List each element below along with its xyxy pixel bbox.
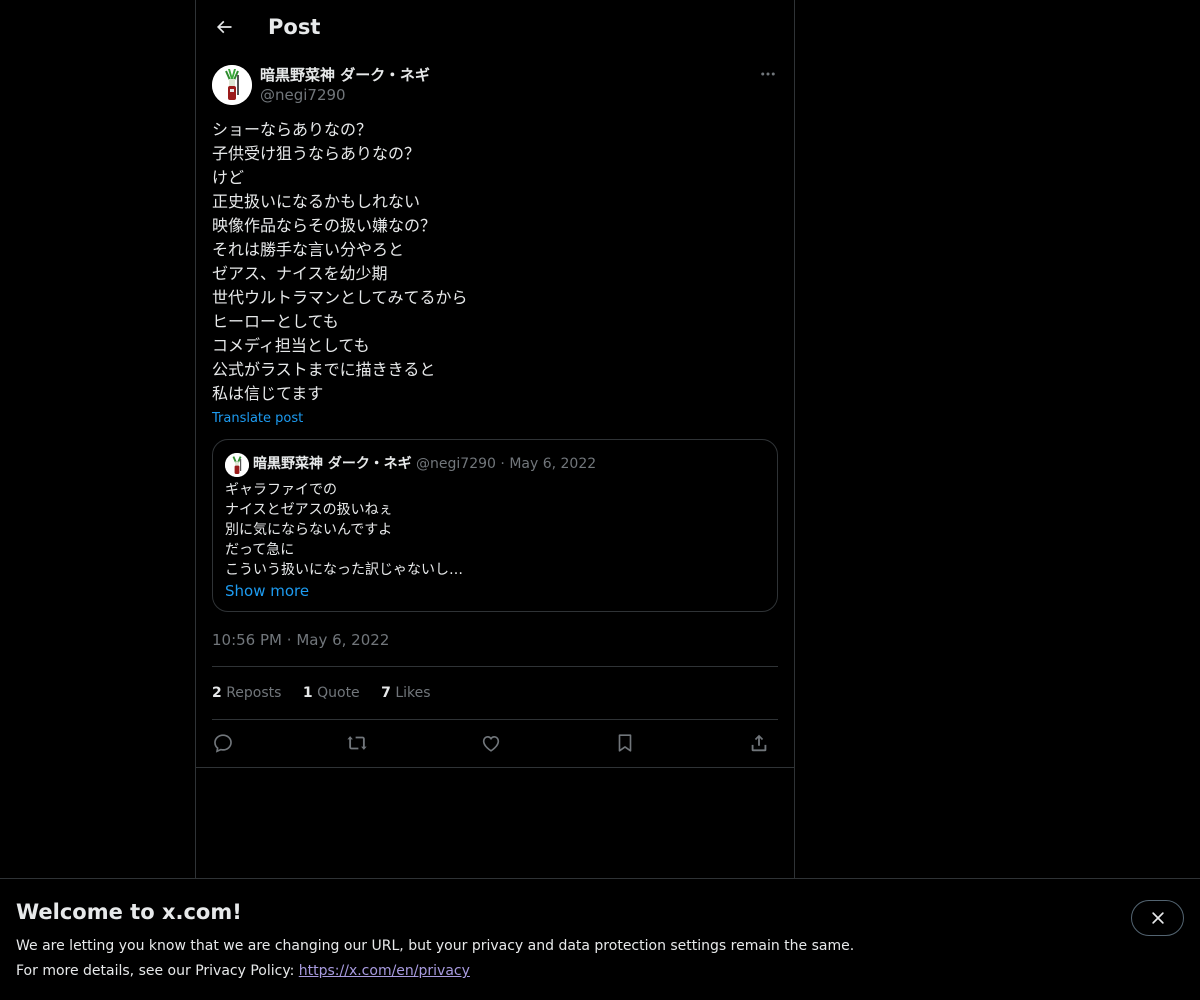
quote-line: だって急に xyxy=(225,542,295,558)
more-button[interactable] xyxy=(758,64,778,84)
quotes-label: Quote xyxy=(317,685,360,701)
post-line: コメディ担当としても xyxy=(212,336,370,355)
reposts-label: Reposts xyxy=(226,685,282,701)
engagement-stats: 2 Reposts 1 Quote 7 Likes xyxy=(212,683,448,703)
post-text: ショーならありなの？ 子供受け狙うならありなの？ けど 正史扱いになるかもしれな… xyxy=(212,118,778,406)
page-title: Post xyxy=(268,15,321,39)
quote-line: こういう扱いになった訳じゃないし… xyxy=(225,562,463,578)
post-line: 正史扱いになるかもしれない xyxy=(212,192,421,211)
post-date: May 6, 2022 xyxy=(296,631,390,649)
quote-line: 別に気にならないんですよ xyxy=(225,522,393,538)
quote-author-name: 暗黒野菜神 ダーク・ネギ xyxy=(253,456,412,472)
quote-author-handle: @negi7290 xyxy=(416,456,496,472)
banner-title: Welcome to x.com! xyxy=(16,900,242,924)
more-horizontal-icon xyxy=(761,72,775,76)
quote-line: ナイスとゼアスの扱いねぇ xyxy=(225,502,393,518)
likes-stat[interactable]: 7 Likes xyxy=(381,683,430,703)
likes-label: Likes xyxy=(395,685,431,701)
bookmark-icon xyxy=(618,734,632,752)
quoted-post[interactable]: 暗黒野菜神 ダーク・ネギ @negi7290 · May 6, 2022 ギャラ… xyxy=(212,439,778,612)
post-header: Post xyxy=(196,0,794,54)
leek-avatar-image xyxy=(225,453,249,477)
banner-privacy-line: For more details, see our Privacy Policy… xyxy=(16,961,470,981)
leek-avatar-image xyxy=(212,65,252,105)
repost-icon xyxy=(347,736,367,750)
post-line: ヒーローとしても xyxy=(212,312,339,331)
quote-text: ギャラファイでの ナイスとゼアスの扱いねぇ 別に気にならないんですよ だって急に… xyxy=(225,480,765,580)
bookmark-button[interactable] xyxy=(612,731,638,755)
quotes-count: 1 xyxy=(302,685,313,701)
show-more-link[interactable]: Show more xyxy=(225,581,309,601)
arrow-left-icon xyxy=(216,20,232,34)
post-line: 私は信じてます xyxy=(212,384,324,403)
author-name[interactable]: 暗黒野菜神 ダーク・ネギ xyxy=(260,65,430,85)
privacy-policy-link[interactable]: https://x.com/en/privacy xyxy=(299,963,470,979)
post-line: 映像作品ならその扱い嫌なの？ xyxy=(212,216,437,235)
post-line: それは勝手な言い分やろと xyxy=(212,240,405,259)
post-author: 暗黒野菜神 ダーク・ネギ @negi7290 xyxy=(212,64,778,108)
action-bar xyxy=(212,731,778,755)
primary-column: Post 暗黒野菜神 ダーク・ネギ @negi7290 ショーならありなの？ 子… xyxy=(195,0,795,1000)
post-line: けど xyxy=(212,168,245,187)
quote-line: ギャラファイでの xyxy=(225,482,337,498)
post-line: 子供受け狙うならありなの？ xyxy=(212,144,421,163)
repost-button[interactable] xyxy=(344,731,370,755)
post-line: 公式がラストまでに描ききると xyxy=(212,360,436,379)
post-time: 10:56 PM xyxy=(212,631,282,649)
reposts-count: 2 xyxy=(212,685,222,701)
banner-message: We are letting you know that we are chan… xyxy=(16,938,855,954)
reply-icon xyxy=(214,734,232,753)
like-icon xyxy=(482,736,500,752)
share-icon xyxy=(751,734,767,752)
translate-post-link[interactable]: Translate post xyxy=(212,409,303,429)
post-line: ゼアス、ナイスを幼少期 xyxy=(212,264,388,283)
quote-avatar xyxy=(225,453,249,477)
reply-button[interactable] xyxy=(210,731,236,755)
banner-privacy-text: For more details, see our Privacy Policy… xyxy=(16,963,299,979)
quotes-stat[interactable]: 1 Quote xyxy=(303,683,360,703)
divider xyxy=(212,719,778,720)
url-change-banner: Welcome to x.com! We are letting you kno… xyxy=(0,878,1200,1000)
post-line: 世代ウルトラマンとしてみてるから xyxy=(212,288,468,307)
avatar[interactable] xyxy=(212,65,252,105)
close-icon xyxy=(1151,912,1164,924)
like-button[interactable] xyxy=(478,731,504,755)
divider xyxy=(212,666,778,667)
post-line: ショーならありなの？ xyxy=(212,120,373,139)
quote-meta: 暗黒野菜神 ダーク・ネギ @negi7290 · May 6, 2022 xyxy=(253,454,596,474)
divider xyxy=(196,767,794,768)
quote-date: May 6, 2022 xyxy=(509,456,597,472)
likes-count: 7 xyxy=(381,685,391,701)
close-banner-button[interactable] xyxy=(1131,900,1184,936)
separator-dot: · xyxy=(500,456,505,472)
reposts-stat[interactable]: 2 Reposts xyxy=(212,683,281,703)
share-button[interactable] xyxy=(746,731,772,755)
back-button[interactable] xyxy=(207,10,241,44)
post-timestamp[interactable]: 10:56 PM · May 6, 2022 xyxy=(212,630,389,650)
author-handle[interactable]: @negi7290 xyxy=(260,85,346,105)
separator-dot: · xyxy=(286,631,292,649)
